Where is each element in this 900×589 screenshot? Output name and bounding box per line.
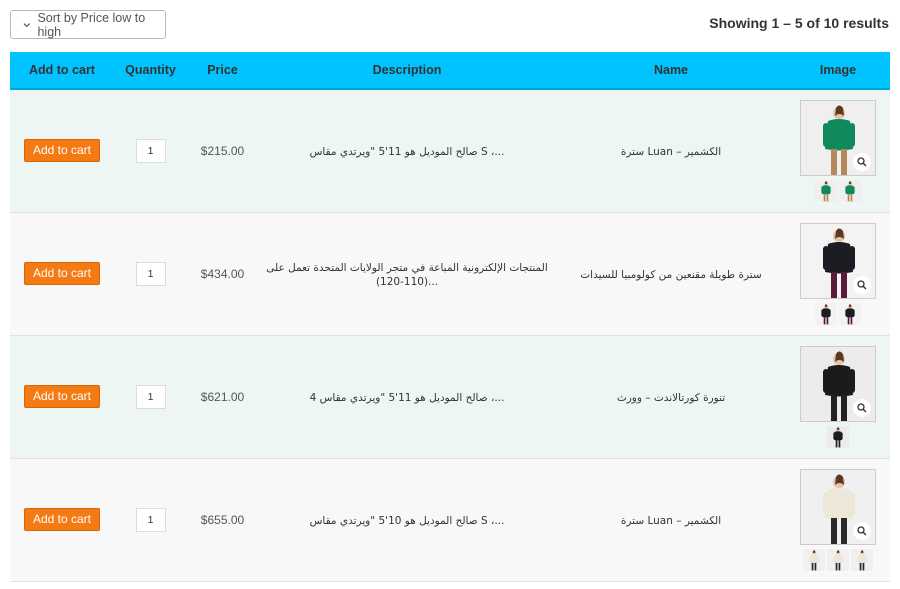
add-to-cart-button[interactable]: Add to cart — [24, 508, 100, 531]
add-to-cart-button[interactable]: Add to cart — [24, 139, 100, 163]
description-cell: صالح الموديل هو 11'5 "ويرتدي مقاس S ،... — [258, 89, 556, 212]
description-cell: المنتجات الإلكترونية المباعة في متجر الو… — [258, 212, 556, 335]
header-name: Name — [556, 52, 786, 90]
product-name[interactable]: تنورة كورتالاندت – وورث — [617, 392, 725, 404]
quantity-cell: 1 — [114, 212, 187, 335]
quantity-cell: 1 — [114, 89, 187, 212]
shop-toolbar: Sort by Price low to high Showing 1 – 5 … — [0, 0, 900, 52]
product-name[interactable]: سترة Luan – الكشمير — [621, 146, 721, 158]
product-price: $434.00 — [200, 266, 245, 281]
add-to-cart-button[interactable]: Add to cart — [24, 385, 100, 408]
chevron-down-icon — [23, 22, 31, 27]
table-header-row: Add to cart Quantity Price Description N… — [10, 52, 890, 90]
product-price: $655.00 — [200, 512, 245, 527]
table-row: Add to cart 1 $621.00 صالح الموديل هو 11… — [10, 335, 890, 458]
product-description: صالح الموديل هو 11'5 "ويرتدي مقاس S ،... — [309, 145, 505, 158]
table-row: Add to cart 1 $434.00 المنتجات الإلكترون… — [10, 212, 890, 335]
description-cell: صالح الموديل هو 10'5 "ويرتدي مقاس S ،... — [258, 458, 556, 581]
product-description: صالح الموديل هو 10'5 "ويرتدي مقاس S ،... — [309, 514, 505, 527]
add-to-cart-cell: Add to cart — [10, 458, 114, 581]
name-cell: سترة Luan – الكشمير — [556, 458, 786, 581]
image-cell — [786, 212, 890, 335]
quantity-input[interactable]: 1 — [135, 384, 166, 409]
add-to-cart-cell: Add to cart — [10, 335, 114, 458]
white-sweater-model-image[interactable] — [800, 468, 876, 545]
description-cell: صالح الموديل هو 11'5 "ويرتدي مقاس 4 ،... — [258, 335, 556, 458]
image-cell — [786, 335, 890, 458]
sort-label: Sort by Price low to high — [37, 10, 146, 39]
product-thumbnail[interactable] — [803, 548, 825, 571]
add-to-cart-cell: Add to cart — [10, 89, 114, 212]
quantity-cell: 1 — [114, 458, 187, 581]
thumbnail-strip — [800, 425, 876, 448]
header-description: Description — [258, 52, 556, 90]
table-row: Add to cart 1 $215.00 صالح الموديل هو 11… — [10, 89, 890, 212]
product-thumbnail[interactable] — [839, 179, 861, 202]
header-image: Image — [786, 52, 890, 90]
product-price: $621.00 — [200, 389, 245, 404]
product-name[interactable]: سترة طويلة مقنعين من كولومبيا للسيدات — [580, 269, 761, 281]
price-cell: $434.00 — [187, 212, 258, 335]
image-cell — [786, 458, 890, 581]
name-cell: تنورة كورتالاندت – وورث — [556, 335, 786, 458]
product-thumbnail[interactable] — [851, 548, 873, 571]
quantity-cell: 1 — [114, 335, 187, 458]
product-name[interactable]: سترة Luan – الكشمير — [621, 515, 721, 527]
product-description: المنتجات الإلكترونية المباعة في متجر الو… — [266, 261, 548, 288]
name-cell: سترة Luan – الكشمير — [556, 89, 786, 212]
product-thumbnail[interactable] — [827, 425, 849, 448]
product-description: صالح الموديل هو 11'5 "ويرتدي مقاس 4 ،... — [309, 391, 505, 404]
price-cell: $215.00 — [187, 89, 258, 212]
quantity-input[interactable]: 1 — [135, 507, 166, 532]
image-cell — [786, 89, 890, 212]
zoom-icon[interactable] — [853, 275, 871, 294]
name-cell: سترة طويلة مقنعين من كولومبيا للسيدات — [556, 212, 786, 335]
product-thumbnail[interactable] — [839, 302, 861, 325]
black-jacket-image[interactable] — [800, 222, 876, 299]
product-price: $215.00 — [200, 143, 245, 158]
green-sweater-model-image[interactable] — [800, 99, 876, 176]
table-row: Add to cart 1 $655.00 صالح الموديل هو 10… — [10, 458, 890, 581]
quantity-input[interactable]: 1 — [135, 261, 166, 286]
thumbnail-strip — [800, 179, 876, 202]
result-count: Showing 1 – 5 of 10 results — [709, 15, 889, 31]
product-thumbnail[interactable] — [815, 179, 837, 202]
products-table: Add to cart Quantity Price Description N… — [10, 52, 890, 582]
price-cell: $621.00 — [187, 335, 258, 458]
add-to-cart-cell: Add to cart — [10, 212, 114, 335]
price-cell: $655.00 — [187, 458, 258, 581]
header-price: Price — [187, 52, 258, 90]
sort-dropdown[interactable]: Sort by Price low to high — [10, 10, 166, 39]
black-dress-model-image[interactable] — [800, 345, 876, 422]
header-add-to-cart: Add to cart — [10, 52, 114, 90]
quantity-input[interactable]: 1 — [135, 138, 166, 163]
thumbnail-strip — [800, 302, 876, 325]
product-thumbnail[interactable] — [815, 302, 837, 325]
thumbnail-strip — [800, 548, 876, 571]
header-quantity: Quantity — [114, 52, 187, 90]
zoom-icon[interactable] — [853, 398, 871, 417]
zoom-icon[interactable] — [853, 521, 871, 540]
zoom-icon[interactable] — [853, 152, 871, 171]
add-to-cart-button[interactable]: Add to cart — [24, 262, 100, 285]
product-thumbnail[interactable] — [827, 548, 849, 571]
